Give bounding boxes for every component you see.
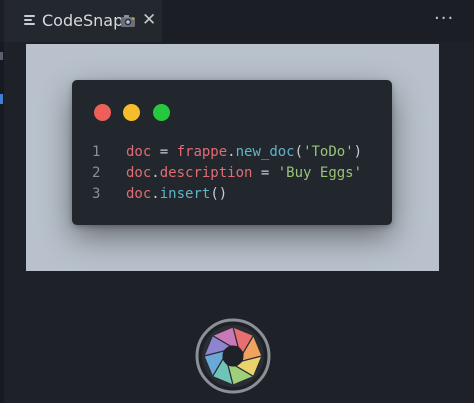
- code-line: 3 doc.insert(): [92, 184, 362, 205]
- window-close-dot: [94, 104, 111, 121]
- aperture-icon[interactable]: [195, 318, 271, 394]
- activity-bar: [0, 0, 4, 403]
- line-number: 3: [92, 186, 101, 202]
- window-minimize-dot: [123, 104, 140, 121]
- more-actions-icon[interactable]: ···: [434, 10, 454, 28]
- activity-bar-marker: [0, 52, 3, 60]
- code-token: insert: [159, 186, 211, 202]
- window-maximize-dot: [153, 104, 170, 121]
- code-token: doc: [126, 144, 152, 160]
- code-window: 1 doc = frappe.new_doc('ToDo') 2 doc.descri…: [72, 80, 392, 225]
- code-block: 1 doc = frappe.new_doc('ToDo') 2 doc.descri…: [92, 142, 362, 205]
- code-token: .: [227, 144, 236, 160]
- list-icon: [24, 15, 36, 25]
- code-token: 'Buy Eggs': [277, 165, 363, 181]
- code-token: 'ToDo': [303, 144, 354, 160]
- activity-bar-marker-active: [0, 94, 3, 104]
- code-token: description: [159, 165, 253, 181]
- tab-title: CodeSnap: [42, 11, 124, 30]
- code-line: 2 doc.description = 'Buy Eggs': [92, 163, 362, 184]
- code-token: =: [252, 165, 278, 181]
- code-token: ): [353, 144, 363, 160]
- code-token: new_doc: [235, 144, 295, 160]
- code-token: frappe: [176, 144, 228, 160]
- tab-bar: CodeSnap ✕ ···: [0, 0, 474, 42]
- snapshot-frame: 1 doc = frappe.new_doc('ToDo') 2 doc.descri…: [26, 44, 439, 271]
- code-token: =: [151, 144, 177, 160]
- code-token: doc: [126, 186, 152, 202]
- code-token: .: [151, 165, 160, 181]
- camera-icon: [121, 15, 135, 27]
- line-number: 1: [92, 144, 101, 160]
- code-token: (: [294, 144, 304, 160]
- code-token: doc: [126, 165, 152, 181]
- code-line: 1 doc = frappe.new_doc('ToDo'): [92, 142, 362, 163]
- code-token: .: [151, 186, 160, 202]
- code-token: (): [210, 186, 228, 202]
- close-icon[interactable]: ✕: [142, 11, 156, 29]
- tab-codesnap[interactable]: CodeSnap ✕: [4, 0, 162, 42]
- line-number: 2: [92, 165, 101, 181]
